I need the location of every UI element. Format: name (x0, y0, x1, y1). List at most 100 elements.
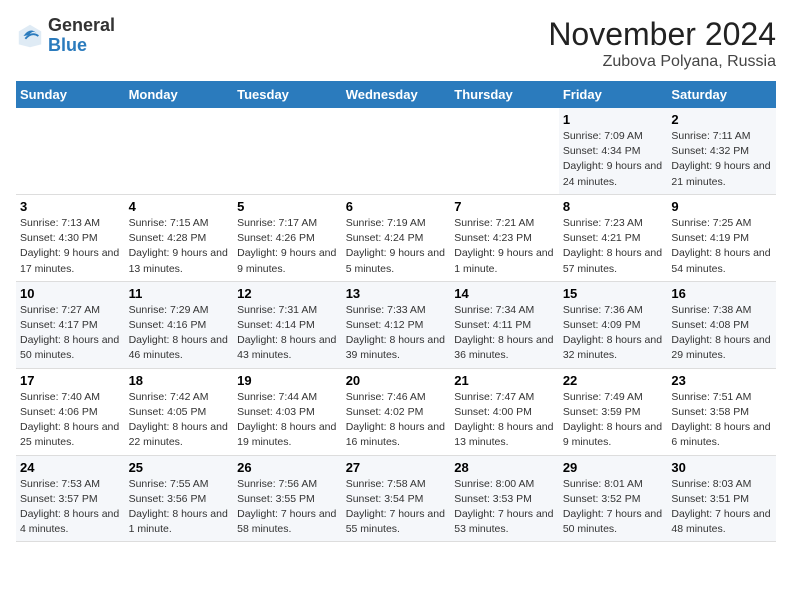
table-row: 21 Sunrise: 7:47 AM Sunset: 4:00 PM Dayli… (450, 368, 559, 455)
day-info: Sunrise: 7:13 AM Sunset: 4:30 PM Dayligh… (20, 216, 121, 277)
day-info: Sunrise: 7:33 AM Sunset: 4:12 PM Dayligh… (346, 303, 447, 364)
day-info: Sunrise: 7:47 AM Sunset: 4:00 PM Dayligh… (454, 390, 555, 451)
day-number: 19 (237, 373, 338, 388)
day-number: 15 (563, 286, 664, 301)
table-row: 9 Sunrise: 7:25 AM Sunset: 4:19 PM Daylig… (667, 194, 776, 281)
table-row: 17 Sunrise: 7:40 AM Sunset: 4:06 PM Dayli… (16, 368, 125, 455)
day-info: Sunrise: 7:23 AM Sunset: 4:21 PM Dayligh… (563, 216, 664, 277)
day-info: Sunrise: 7:40 AM Sunset: 4:06 PM Dayligh… (20, 390, 121, 451)
table-row: 19 Sunrise: 7:44 AM Sunset: 4:03 PM Dayli… (233, 368, 342, 455)
table-row: 15 Sunrise: 7:36 AM Sunset: 4:09 PM Dayli… (559, 281, 668, 368)
table-row: 8 Sunrise: 7:23 AM Sunset: 4:21 PM Daylig… (559, 194, 668, 281)
table-row: 23 Sunrise: 7:51 AM Sunset: 3:58 PM Dayli… (667, 368, 776, 455)
day-number: 17 (20, 373, 121, 388)
day-number: 4 (129, 199, 230, 214)
day-info: Sunrise: 7:09 AM Sunset: 4:34 PM Dayligh… (563, 129, 664, 190)
logo: General Blue (16, 16, 115, 56)
day-info: Sunrise: 7:55 AM Sunset: 3:56 PM Dayligh… (129, 477, 230, 538)
calendar-table: Sunday Monday Tuesday Wednesday Thursday… (16, 81, 776, 542)
day-info: Sunrise: 7:46 AM Sunset: 4:02 PM Dayligh… (346, 390, 447, 451)
day-info: Sunrise: 7:51 AM Sunset: 3:58 PM Dayligh… (671, 390, 772, 451)
header-monday: Monday (125, 81, 234, 108)
day-number: 12 (237, 286, 338, 301)
day-number: 18 (129, 373, 230, 388)
table-row: 18 Sunrise: 7:42 AM Sunset: 4:05 PM Dayli… (125, 368, 234, 455)
day-number: 9 (671, 199, 772, 214)
day-info: Sunrise: 8:01 AM Sunset: 3:52 PM Dayligh… (563, 477, 664, 538)
table-row: 27Sunrise: 7:58 AM Sunset: 3:54 PM Dayli… (342, 455, 451, 542)
page-header: General Blue November 2024 Zubova Polyan… (16, 16, 776, 71)
table-row: 6Sunrise: 7:19 AM Sunset: 4:24 PM Daylig… (342, 194, 451, 281)
day-number: 13 (346, 286, 447, 301)
table-row: 11 Sunrise: 7:29 AM Sunset: 4:16 PM Dayli… (125, 281, 234, 368)
table-row (450, 108, 559, 194)
day-number: 28 (454, 460, 555, 475)
header-thursday: Thursday (450, 81, 559, 108)
day-number: 14 (454, 286, 555, 301)
day-info: Sunrise: 7:49 AM Sunset: 3:59 PM Dayligh… (563, 390, 664, 451)
logo-icon (16, 22, 44, 50)
table-row: 24Sunrise: 7:53 AM Sunset: 3:57 PM Dayli… (16, 455, 125, 542)
table-row: 7 Sunrise: 7:21 AM Sunset: 4:23 PM Daylig… (450, 194, 559, 281)
day-info: Sunrise: 7:25 AM Sunset: 4:19 PM Dayligh… (671, 216, 772, 277)
table-row: 20 Sunrise: 7:46 AM Sunset: 4:02 PM Dayli… (342, 368, 451, 455)
day-number: 26 (237, 460, 338, 475)
calendar-week-row: 24Sunrise: 7:53 AM Sunset: 3:57 PM Dayli… (16, 455, 776, 542)
location: Zubova Polyana, Russia (548, 53, 776, 71)
header-sunday: Sunday (16, 81, 125, 108)
day-info: Sunrise: 7:21 AM Sunset: 4:23 PM Dayligh… (454, 216, 555, 277)
table-row: 13 Sunrise: 7:33 AM Sunset: 4:12 PM Dayli… (342, 281, 451, 368)
logo-blue-text: Blue (48, 35, 87, 55)
day-info: Sunrise: 7:17 AM Sunset: 4:26 PM Dayligh… (237, 216, 338, 277)
day-number: 1 (563, 112, 664, 127)
table-row: 22 Sunrise: 7:49 AM Sunset: 3:59 PM Dayli… (559, 368, 668, 455)
table-row: 12 Sunrise: 7:31 AM Sunset: 4:14 PM Dayli… (233, 281, 342, 368)
table-row: 26 Sunrise: 7:56 AM Sunset: 3:55 PM Dayli… (233, 455, 342, 542)
day-info: Sunrise: 7:11 AM Sunset: 4:32 PM Dayligh… (671, 129, 772, 190)
day-info: Sunrise: 7:29 AM Sunset: 4:16 PM Dayligh… (129, 303, 230, 364)
table-row: 1 Sunrise: 7:09 AM Sunset: 4:34 PM Daylig… (559, 108, 668, 194)
calendar-week-row: 1 Sunrise: 7:09 AM Sunset: 4:34 PM Daylig… (16, 108, 776, 194)
table-row: 16Sunrise: 7:38 AM Sunset: 4:08 PM Dayli… (667, 281, 776, 368)
table-row: 3 Sunrise: 7:13 AM Sunset: 4:30 PM Daylig… (16, 194, 125, 281)
table-row: 4 Sunrise: 7:15 AM Sunset: 4:28 PM Daylig… (125, 194, 234, 281)
day-info: Sunrise: 7:44 AM Sunset: 4:03 PM Dayligh… (237, 390, 338, 451)
table-row: 10Sunrise: 7:27 AM Sunset: 4:17 PM Dayli… (16, 281, 125, 368)
day-number: 20 (346, 373, 447, 388)
table-row: 30Sunrise: 8:03 AM Sunset: 3:51 PM Dayli… (667, 455, 776, 542)
day-info: Sunrise: 7:56 AM Sunset: 3:55 PM Dayligh… (237, 477, 338, 538)
day-info: Sunrise: 7:58 AM Sunset: 3:54 PM Dayligh… (346, 477, 447, 538)
header-friday: Friday (559, 81, 668, 108)
table-row: 25 Sunrise: 7:55 AM Sunset: 3:56 PM Dayli… (125, 455, 234, 542)
day-info: Sunrise: 7:31 AM Sunset: 4:14 PM Dayligh… (237, 303, 338, 364)
table-row: 14 Sunrise: 7:34 AM Sunset: 4:11 PM Dayli… (450, 281, 559, 368)
day-number: 3 (20, 199, 121, 214)
table-row (342, 108, 451, 194)
day-info: Sunrise: 7:53 AM Sunset: 3:57 PM Dayligh… (20, 477, 121, 538)
day-number: 2 (671, 112, 772, 127)
table-row: 28Sunrise: 8:00 AM Sunset: 3:53 PM Dayli… (450, 455, 559, 542)
day-number: 29 (563, 460, 664, 475)
calendar-week-row: 10Sunrise: 7:27 AM Sunset: 4:17 PM Dayli… (16, 281, 776, 368)
day-info: Sunrise: 7:15 AM Sunset: 4:28 PM Dayligh… (129, 216, 230, 277)
day-info: Sunrise: 7:27 AM Sunset: 4:17 PM Dayligh… (20, 303, 121, 364)
day-info: Sunrise: 7:19 AM Sunset: 4:24 PM Dayligh… (346, 216, 447, 277)
calendar-header-row: Sunday Monday Tuesday Wednesday Thursday… (16, 81, 776, 108)
day-number: 23 (671, 373, 772, 388)
day-number: 7 (454, 199, 555, 214)
day-info: Sunrise: 7:42 AM Sunset: 4:05 PM Dayligh… (129, 390, 230, 451)
day-number: 11 (129, 286, 230, 301)
day-number: 21 (454, 373, 555, 388)
day-number: 8 (563, 199, 664, 214)
table-row (125, 108, 234, 194)
calendar-week-row: 3 Sunrise: 7:13 AM Sunset: 4:30 PM Daylig… (16, 194, 776, 281)
day-number: 5 (237, 199, 338, 214)
day-number: 25 (129, 460, 230, 475)
header-saturday: Saturday (667, 81, 776, 108)
table-row (233, 108, 342, 194)
day-number: 22 (563, 373, 664, 388)
day-number: 30 (671, 460, 772, 475)
calendar-week-row: 17 Sunrise: 7:40 AM Sunset: 4:06 PM Dayli… (16, 368, 776, 455)
day-info: Sunrise: 7:34 AM Sunset: 4:11 PM Dayligh… (454, 303, 555, 364)
day-info: Sunrise: 7:36 AM Sunset: 4:09 PM Dayligh… (563, 303, 664, 364)
